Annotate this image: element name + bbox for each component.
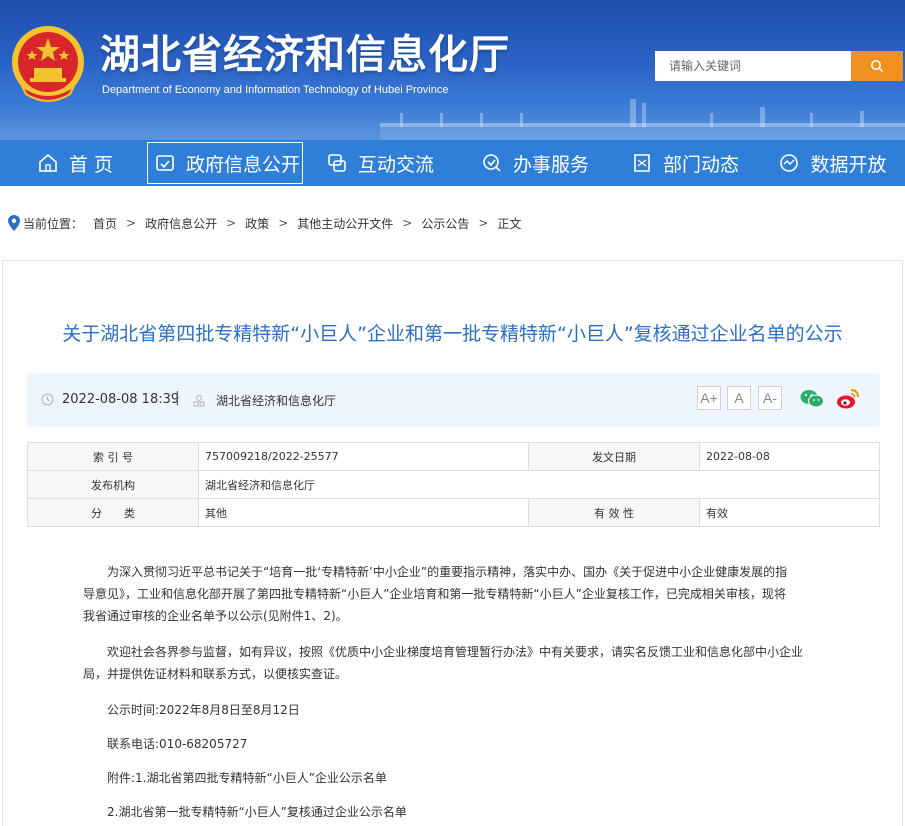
publicity-period: 公示时间:2022年8月8日至8月12日 xyxy=(107,703,300,717)
site-title: 湖北省经济和信息化厅 xyxy=(100,32,510,78)
breadcrumb-separator: > xyxy=(226,216,237,230)
nav-item-interaction[interactable]: 互动交流 xyxy=(300,140,460,186)
nav-label: 政府信息公开 xyxy=(186,153,301,176)
breadcrumb-prefix: 当前位置： xyxy=(23,216,84,231)
validity-label: 有 效 性 xyxy=(528,498,700,527)
breadcrumb-separator: > xyxy=(126,216,137,230)
index-label: 索 引 号 xyxy=(27,442,199,471)
breadcrumb: 当前位置： 首页 > 政府信息公开 > 政策 > 其他主动公开文件 > 公示公告… xyxy=(8,214,521,232)
nav-item-disclosure[interactable]: 政府信息公开 xyxy=(147,140,304,186)
site-subtitle: Department of Economy and Information Te… xyxy=(102,84,449,96)
issue-date-label: 发文日期 xyxy=(528,442,700,471)
breadcrumb-other-files[interactable]: 其他主动公开文件 xyxy=(297,215,393,232)
category-value: 其他 xyxy=(198,498,529,527)
home-icon xyxy=(37,152,59,174)
breadcrumb-disclosure[interactable]: 政府信息公开 xyxy=(145,215,217,232)
issue-date-value: 2022-08-08 xyxy=(699,442,880,471)
organization-icon xyxy=(193,394,205,406)
category-label: 分 类 xyxy=(27,498,199,527)
data-icon xyxy=(778,152,800,174)
publisher-value: 湖北省经济和信息化厅 xyxy=(198,470,880,499)
article-source-text: 湖北省经济和信息化厅 xyxy=(216,394,337,408)
nav-label: 数据开放 xyxy=(810,153,887,176)
weibo-share-icon[interactable] xyxy=(835,386,861,412)
paragraph-1-line-1: 为深入贯彻习近平总书记关于“培育一批‘专精特新’中小企业”的重要指示精神，落实中… xyxy=(107,565,788,579)
breadcrumb-separator: > xyxy=(402,216,413,230)
header-banner: 湖北省经济和信息化厅 Department of Economy and Inf… xyxy=(0,0,905,140)
nav-item-service[interactable]: 办事服务 xyxy=(460,140,610,186)
font-size-default-button[interactable]: A xyxy=(727,386,751,410)
main-nav: 首 页 政府信息公开 互动交流 办事服务 部门动态 数据开放 xyxy=(0,140,905,186)
breadcrumb-current: 正文 xyxy=(497,216,522,231)
meta-divider: | xyxy=(175,390,180,406)
disclosure-icon xyxy=(154,152,176,174)
breadcrumb-announcements[interactable]: 公示公告 xyxy=(421,215,469,232)
nav-item-home[interactable]: 首 页 xyxy=(0,140,150,186)
search-icon xyxy=(871,60,884,73)
nav-item-data[interactable]: 数据开放 xyxy=(760,140,905,186)
breadcrumb-separator: > xyxy=(478,216,489,230)
article-title: 关于湖北省第四批专精特新“小巨人”企业和第一批专精特新“小巨人”复核通过企业名单… xyxy=(62,323,843,345)
search-input[interactable] xyxy=(655,51,851,81)
location-pin-icon xyxy=(8,215,20,231)
article-date-text: 2022-08-08 18:39 xyxy=(62,392,180,407)
paragraph-1-line-2: 导意见》，工业和信息化部开展了第四批专精特新“小巨人”企业培育和第一批专精特新“… xyxy=(83,587,786,601)
table-row: 分 类 其他 有 效 性 有效 xyxy=(27,498,880,527)
attachment-link-2[interactable]: 2.湖北省第一批专精特新“小巨人”复核通过企业公示名单 xyxy=(107,801,407,823)
national-emblem-icon xyxy=(12,26,84,102)
paragraph-1-line-3: 我省通过审核的企业名单予以公示(见附件1、2)。 xyxy=(83,609,348,623)
article-meta-bar: 2022-08-08 18:39 | 湖北省经济和信息化厅 A+ A A- xyxy=(27,373,880,427)
wechat-share-icon[interactable] xyxy=(799,386,825,412)
font-size-decrease-button[interactable]: A- xyxy=(758,386,782,410)
news-icon xyxy=(631,152,653,174)
nav-item-news[interactable]: 部门动态 xyxy=(610,140,760,186)
article-source: 湖北省经济和信息化厅 xyxy=(192,392,336,409)
nav-label: 部门动态 xyxy=(662,153,739,176)
document-info-table: 索 引 号 757009218/2022-25577 发文日期 2022-08-… xyxy=(27,442,880,527)
index-value: 757009218/2022-25577 xyxy=(198,442,529,471)
nav-label: 办事服务 xyxy=(512,153,589,176)
search-button[interactable] xyxy=(851,51,903,81)
nav-label: 互动交流 xyxy=(357,153,434,176)
table-row: 索 引 号 757009218/2022-25577 发文日期 2022-08-… xyxy=(27,442,880,471)
paragraph-2-line-2: 局，并提供佐证材料和联系方式，以便核实查证。 xyxy=(83,667,348,681)
interaction-icon xyxy=(326,152,348,174)
validity-value: 有效 xyxy=(699,498,880,527)
contact-phone: 联系电话:010-68205727 xyxy=(107,737,248,751)
service-icon xyxy=(481,152,503,174)
article-date: 2022-08-08 18:39 xyxy=(41,392,179,407)
attachment-link-1[interactable]: 附件:1.湖北省第四批专精特新“小巨人”企业公示名单 xyxy=(107,767,387,789)
paragraph-2-line-1: 欢迎社会各界参与监督，如有异议，按照《优质中小企业梯度培育管理暂行办法》中有关要… xyxy=(107,645,804,659)
publisher-label: 发布机构 xyxy=(27,470,199,499)
article-panel: 关于湖北省第四批专精特新“小巨人”企业和第一批专精特新“小巨人”复核通过企业名单… xyxy=(2,260,903,826)
clock-icon xyxy=(41,393,54,406)
bridge-skyline-decoration xyxy=(380,99,905,140)
font-size-increase-button[interactable]: A+ xyxy=(697,386,721,410)
breadcrumb-home[interactable]: 首页 xyxy=(93,215,117,232)
breadcrumb-policy[interactable]: 政策 xyxy=(245,215,269,232)
table-row: 发布机构 湖北省经济和信息化厅 xyxy=(27,470,880,499)
nav-label: 首 页 xyxy=(68,153,114,176)
breadcrumb-separator: > xyxy=(278,216,289,230)
